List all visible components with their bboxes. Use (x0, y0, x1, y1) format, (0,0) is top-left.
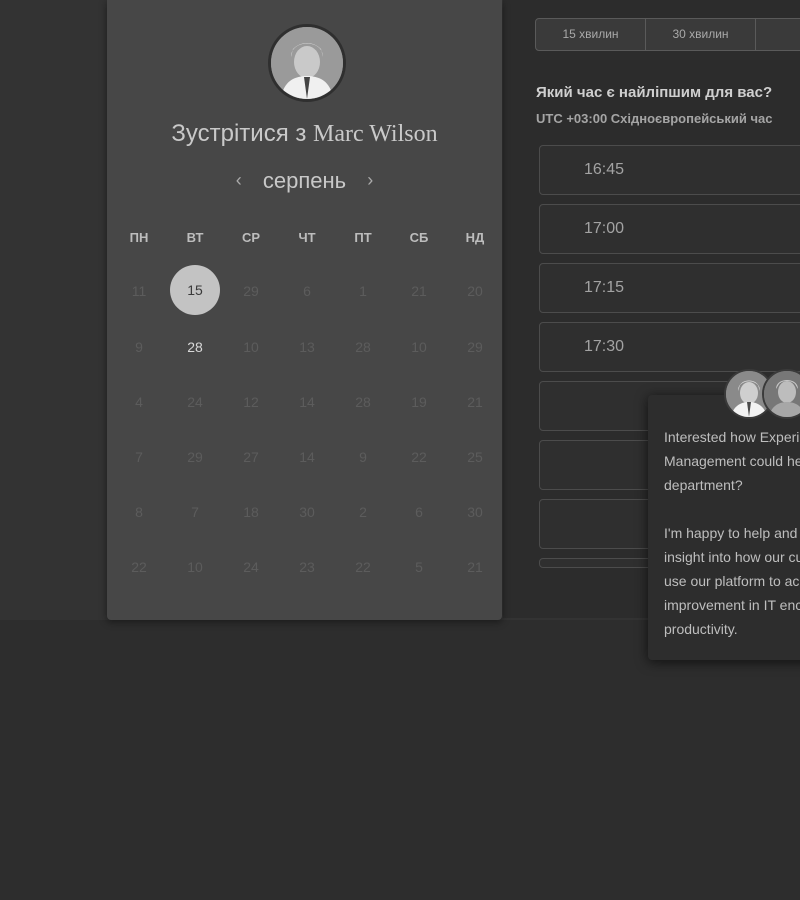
calendar-day: 29 (187, 449, 203, 465)
calendar-day: 5 (415, 559, 423, 575)
calendar-day: 29 (243, 283, 259, 299)
calendar-day: 23 (299, 559, 315, 575)
calendar-day: 30 (299, 504, 315, 520)
calendar-day: 9 (135, 339, 143, 355)
calendar-day: 13 (299, 339, 315, 355)
meet-prefix: Зустрітися з (171, 120, 307, 147)
calendar-day: 7 (135, 449, 143, 465)
calendar-day: 14 (299, 394, 315, 410)
time-slot-label: 16:45 (583, 161, 625, 178)
calendar-day: 7 (191, 504, 199, 520)
time-slot-label: 17:00 (583, 220, 625, 237)
chat-message: Interested how Experi Management could h… (664, 429, 800, 637)
time-question: Який час є найліпшим для вас? (536, 84, 773, 101)
available-day[interactable]: 28 (167, 339, 223, 355)
host-name: Marc Wilson (313, 121, 438, 147)
calendar-day: 22 (131, 559, 147, 575)
calendar-day: 19 (411, 394, 427, 410)
calendar-day: 28 (355, 394, 371, 410)
calendar-day: 14 (299, 449, 315, 465)
weekday-label: ВТ (186, 230, 204, 245)
weekday-label: ЧТ (298, 230, 316, 245)
time-slot-label: 17:30 (583, 338, 625, 355)
calendar-day: 6 (415, 504, 423, 520)
host-avatar (268, 24, 346, 102)
calendar-day: 6 (303, 283, 311, 299)
weekday-label: ПТ (354, 230, 372, 245)
month-navigation: ‹ серпень › (107, 168, 502, 194)
weekday-label: СР (241, 230, 261, 245)
month-label: серпень (262, 168, 347, 193)
calendar-day: 10 (187, 559, 203, 575)
timezone-selector[interactable]: UTC +03:00 Східноєвропейський час (536, 111, 773, 126)
selected-day[interactable]: 15 (170, 265, 220, 315)
calendar-day: 22 (355, 559, 371, 575)
duration-tab-30[interactable]: 30 хвилин (646, 19, 756, 50)
duration-tab-60[interactable]: 1 г (756, 19, 800, 50)
calendar-day: 10 (243, 339, 259, 355)
calendar-day: 22 (411, 449, 427, 465)
calendar-day: 10 (411, 339, 427, 355)
duration-tab-15[interactable]: 15 хвилин (536, 19, 646, 50)
time-slot[interactable]: 16:45 (539, 145, 800, 195)
calendar-day: 1 (359, 283, 367, 299)
calendar-day: 18 (243, 504, 259, 520)
weekday-label: ПН (129, 230, 149, 245)
weekday-label: СБ (409, 230, 429, 245)
time-slot[interactable]: 17:15 (539, 263, 800, 313)
calendar-day: 28 (355, 339, 371, 355)
chevron-left-icon[interactable]: ‹ (221, 170, 257, 191)
time-slot-label: 17:15 (583, 279, 625, 296)
chevron-right-icon[interactable]: › (352, 170, 388, 191)
calendar-day: 4 (135, 394, 143, 410)
calendar-day: 21 (467, 559, 483, 575)
calendar-day: 8 (135, 504, 143, 520)
duration-tabs: 15 хвилин 30 хвилин 1 г (535, 18, 800, 51)
calendar-day: 21 (411, 283, 427, 299)
time-slot[interactable]: 17:00 (539, 204, 800, 254)
calendar-day: 24 (187, 394, 203, 410)
calendar-day: 27 (243, 449, 259, 465)
host-title: Зустрітися з Marc Wilson (107, 120, 502, 148)
chat-popup[interactable]: Interested how Experi Management could h… (648, 395, 800, 660)
time-slot[interactable]: 17:30 (539, 322, 800, 372)
calendar-day: 11 (131, 283, 147, 299)
calendar-day: 24 (243, 559, 259, 575)
calendar-day: 9 (359, 449, 367, 465)
calendar-day: 12 (243, 394, 259, 410)
calendar-day: 2 (359, 504, 367, 520)
